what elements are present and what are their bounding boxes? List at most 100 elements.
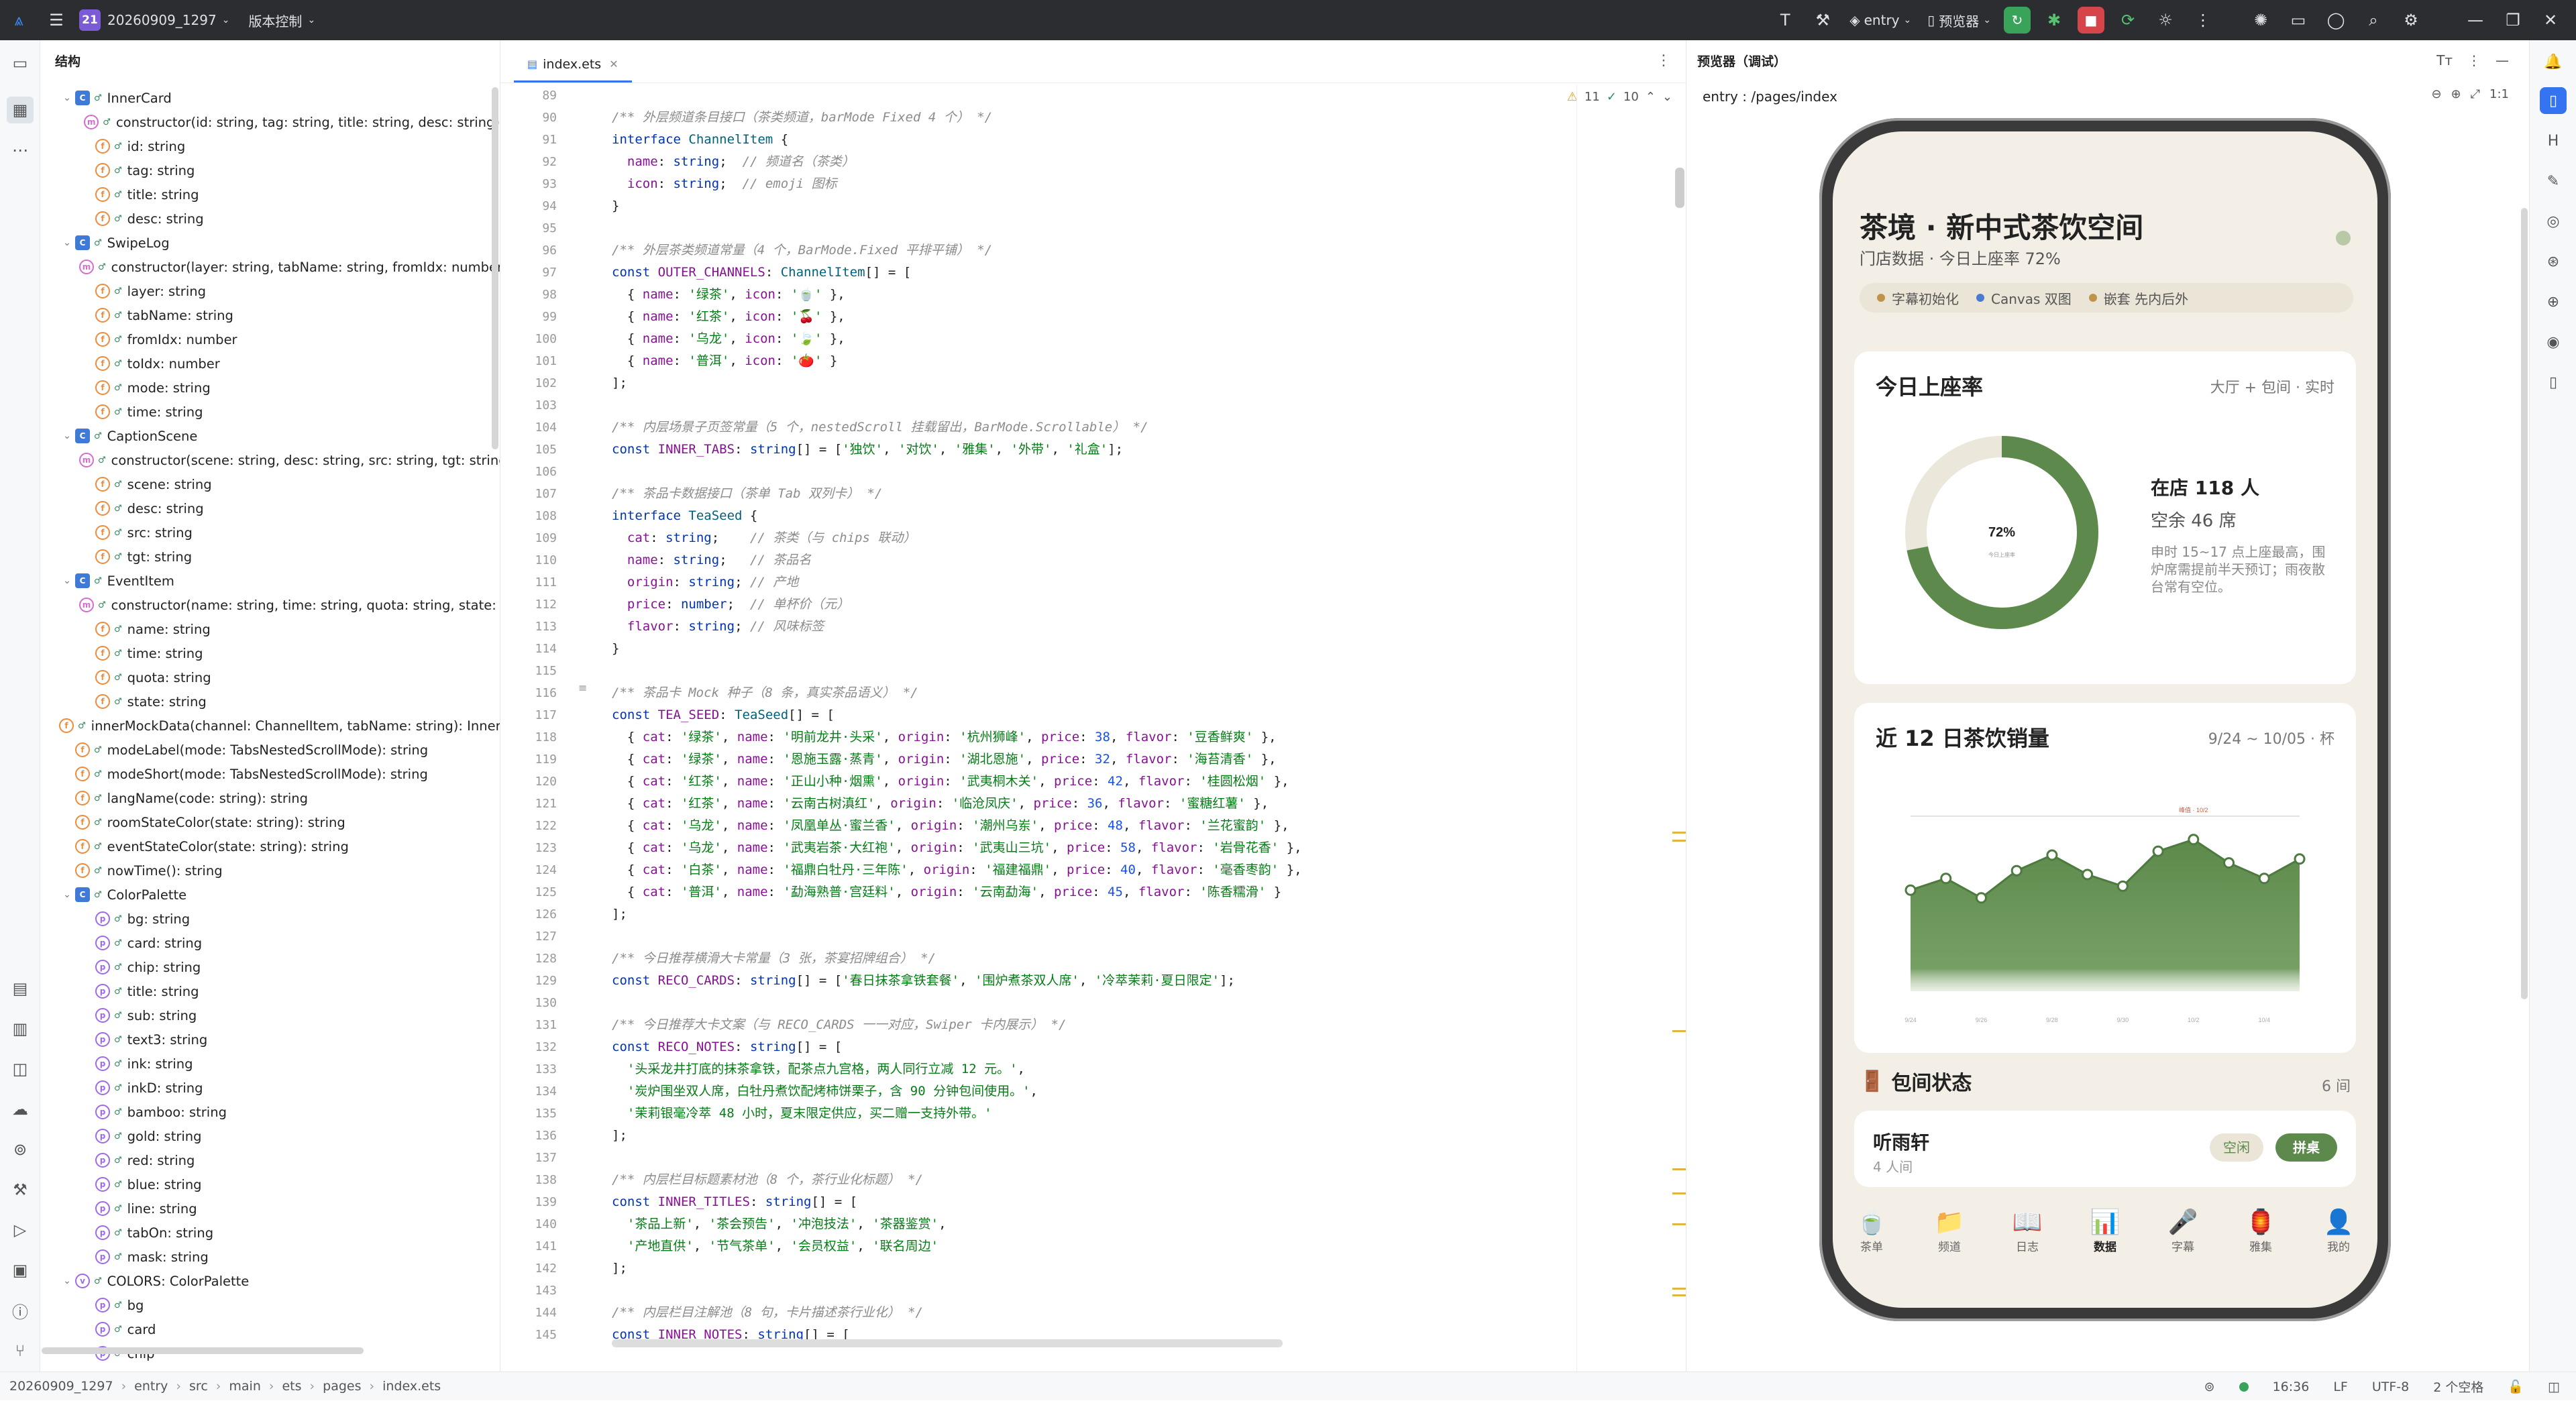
code-line[interactable]: name: string; // 茶品名 bbox=[612, 549, 1658, 571]
code-line[interactable]: '炭炉围坐双人席，白牡丹煮饮配烤柿饼栗子，含 90 分钟包间使用。', bbox=[612, 1080, 1658, 1103]
nav-tab[interactable]: 📖 日志 bbox=[2012, 1208, 2043, 1254]
tree-node[interactable]: f ♂ tag: string bbox=[40, 158, 500, 182]
code-line[interactable] bbox=[612, 926, 1658, 948]
breadcrumb-item[interactable]: 20260909_1297 bbox=[9, 1379, 113, 1394]
account-icon[interactable]: ◯ bbox=[2317, 0, 2355, 40]
code-line[interactable]: { cat: '绿茶', name: '明前龙井·头采', origin: '杭… bbox=[612, 726, 1658, 748]
tree-node[interactable]: f ♂ id: string bbox=[40, 134, 500, 158]
code-line[interactable] bbox=[612, 1280, 1658, 1302]
code-line[interactable]: interface ChannelItem { bbox=[612, 129, 1658, 151]
minimize-icon[interactable]: — bbox=[2457, 0, 2494, 40]
tree-node[interactable]: p ♂ title: string bbox=[40, 979, 500, 1003]
tab-index-ets[interactable]: ▤ index.ets ✕ bbox=[514, 48, 632, 82]
code-line[interactable]: const INNER_TABS: string[] = ['独饮', '对饮'… bbox=[612, 439, 1658, 461]
code-line[interactable] bbox=[612, 992, 1658, 1014]
sales-point[interactable] bbox=[1904, 884, 1917, 896]
code-line[interactable]: interface TeaSeed { bbox=[612, 505, 1658, 527]
sales-point[interactable] bbox=[1975, 892, 1987, 904]
warning-marker[interactable] bbox=[1672, 832, 1686, 834]
warning-marker[interactable] bbox=[1672, 1030, 1686, 1032]
tree-node[interactable]: f ♂ tgt: string bbox=[40, 545, 500, 569]
code-line[interactable]: { cat: '红茶', name: '云南古树滇红', origin: '临沧… bbox=[612, 793, 1658, 815]
code-line[interactable]: const OUTER_CHANNELS: ChannelItem[] = [ bbox=[612, 262, 1658, 284]
tree-node[interactable]: f ♂ src: string bbox=[40, 520, 500, 545]
editor-hscroll[interactable] bbox=[612, 1339, 1283, 1347]
eye-icon[interactable]: ◉ bbox=[2540, 329, 2567, 355]
code-line[interactable]: const TEA_SEED: TeaSeed[] = [ bbox=[612, 704, 1658, 726]
tree-node[interactable]: p ♂ card bbox=[40, 1317, 500, 1341]
breadcrumb-item[interactable]: entry bbox=[134, 1379, 168, 1394]
code-line[interactable]: /** 外层频道条目接口（茶类频道，barMode Fixed 4 个） */ bbox=[612, 107, 1658, 129]
tree-node[interactable]: p ♂ mask: string bbox=[40, 1245, 500, 1269]
fit-icon[interactable]: ⤢ bbox=[2471, 87, 2480, 101]
tree-node[interactable]: f ♂ title: string bbox=[40, 182, 500, 207]
run-button[interactable]: ↻ bbox=[2004, 7, 2031, 34]
structure-hscroll[interactable] bbox=[42, 1347, 364, 1354]
reload-icon[interactable]: ⟳ bbox=[2109, 0, 2147, 40]
tree-node[interactable]: f ♂ langName(code: string): string bbox=[40, 786, 500, 810]
tree-node-class[interactable]: ⌄ C ♂ ColorPalette bbox=[40, 883, 500, 907]
previewer-tool-icon[interactable]: ▯ bbox=[2540, 87, 2567, 114]
breadcrumb-item[interactable]: pages bbox=[323, 1379, 361, 1394]
code-line[interactable] bbox=[612, 217, 1658, 239]
database-icon[interactable]: ⊛ bbox=[2540, 248, 2567, 275]
code-line[interactable] bbox=[612, 85, 1658, 107]
code-line[interactable]: ]; bbox=[612, 903, 1658, 926]
code-line[interactable]: } bbox=[612, 638, 1658, 660]
font-tool-icon[interactable]: T bbox=[1766, 0, 1804, 40]
tree-node[interactable]: f ♂ modeLabel(mode: TabsNestedScrollMode):… bbox=[40, 738, 500, 762]
tree-node[interactable]: f ♂ fromIdx: number bbox=[40, 327, 500, 351]
nav-tab[interactable]: 📁 频道 bbox=[1935, 1208, 1965, 1254]
tree-node[interactable]: p ♂ chip: string bbox=[40, 955, 500, 979]
tree-node[interactable]: p ♂ line: string bbox=[40, 1196, 500, 1221]
code-line[interactable]: { name: '乌龙', icon: '🍃' }, bbox=[612, 328, 1658, 350]
inspect-icon[interactable]: ⊚ bbox=[2204, 1380, 2215, 1394]
tree-node[interactable]: f ♂ toIdx: number bbox=[40, 351, 500, 376]
services-icon[interactable]: ☁ bbox=[7, 1096, 34, 1123]
tree-node-class[interactable]: ⌄ C ♂ SwipeLog bbox=[40, 231, 500, 255]
tree-node[interactable]: f ♂ name: string bbox=[40, 617, 500, 641]
warning-marker[interactable] bbox=[1672, 1288, 1686, 1290]
chevron-down-icon[interactable]: ⌄ bbox=[59, 93, 75, 103]
code-line[interactable] bbox=[612, 461, 1658, 483]
code-line[interactable]: flavor: string; // 风味标签 bbox=[612, 616, 1658, 638]
tree-node[interactable]: p ♂ sub: string bbox=[40, 1003, 500, 1027]
tree-node[interactable]: m ♂ constructor(name: string, time: string… bbox=[40, 593, 500, 617]
code-line[interactable]: cat: string; // 茶类（与 chips 联动） bbox=[612, 527, 1658, 549]
code-line[interactable]: const INNER_TITLES: string[] = [ bbox=[612, 1191, 1658, 1213]
code-line[interactable]: /** 茶品卡数据接口（茶单 Tab 双列卡） */ bbox=[612, 483, 1658, 505]
sales-point[interactable] bbox=[2188, 834, 2200, 846]
nav-tab[interactable]: 🏮 雅集 bbox=[2246, 1208, 2276, 1254]
tree-node-class[interactable]: ⌄ C ♂ CaptionScene bbox=[40, 424, 500, 448]
tree-node[interactable]: m ♂ constructor(id: string, tag: string, t… bbox=[40, 110, 500, 134]
line-ending[interactable]: LF bbox=[2333, 1380, 2348, 1394]
code-line[interactable]: } bbox=[612, 195, 1658, 217]
device-selector[interactable]: ▯ 预览器 ⌄ bbox=[1927, 11, 1991, 30]
code-line[interactable]: /** 内层场景子页签常量（5 个，nestedScroll 挂载留出，BarM… bbox=[612, 416, 1658, 439]
cursor-time[interactable]: 16:36 bbox=[2273, 1380, 2310, 1394]
main-menu-icon[interactable]: ☰ bbox=[38, 0, 75, 40]
code-line[interactable]: { cat: '白茶', name: '福鼎白牡丹·三年陈', origin: … bbox=[612, 859, 1658, 881]
sales-point[interactable] bbox=[2294, 853, 2306, 865]
tree-node[interactable]: f ♂ mode: string bbox=[40, 376, 500, 400]
sales-point[interactable] bbox=[2258, 873, 2270, 885]
code-line[interactable]: ]; bbox=[612, 1125, 1658, 1147]
editor-vscroll[interactable] bbox=[1675, 168, 1684, 208]
tree-node[interactable]: f ♂ eventStateColor(state: string): string bbox=[40, 834, 500, 858]
sales-point[interactable] bbox=[2152, 845, 2164, 857]
code-line[interactable]: { name: '红茶', icon: '🍒' }, bbox=[612, 306, 1658, 328]
tree-node[interactable]: f ♂ nowTime(): string bbox=[40, 858, 500, 883]
tree-node[interactable]: f ♂ innerMockData(channel: ChannelItem, ta… bbox=[40, 714, 500, 738]
app-logo-icon[interactable]: ⩓ bbox=[0, 0, 38, 40]
code-line[interactable]: /** 内层栏目标题素材池（8 个，茶行业化标题） */ bbox=[612, 1169, 1658, 1191]
code-line[interactable]: { cat: '普洱', name: '勐海熟普·宫廷料', origin: '… bbox=[612, 881, 1658, 903]
code-line[interactable]: { cat: '乌龙', name: '凤凰单丛·蜜兰香', origin: '… bbox=[612, 815, 1658, 837]
folder-icon[interactable]: ▭ bbox=[2279, 0, 2317, 40]
nav-tab[interactable]: 👤 我的 bbox=[2324, 1208, 2354, 1254]
tree-node[interactable]: f ♂ roomStateColor(state: string): string bbox=[40, 810, 500, 834]
chevron-down-icon[interactable]: ⌄ bbox=[1662, 90, 1672, 104]
tree-node[interactable]: p ♂ bamboo: string bbox=[40, 1100, 500, 1124]
code-line[interactable]: /** 外层茶类频道常量（4 个，BarMode.Fixed 平排平铺） */ bbox=[612, 239, 1658, 262]
tree-node[interactable]: f ♂ state: string bbox=[40, 689, 500, 714]
sales-point[interactable] bbox=[2046, 849, 2058, 861]
